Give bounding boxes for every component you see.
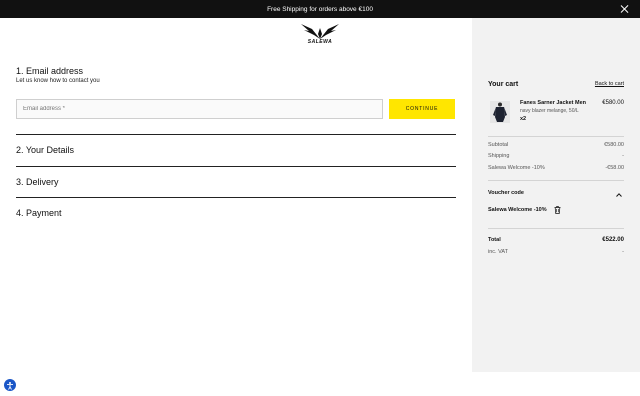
voucher-toggle[interactable]: Voucher code — [488, 190, 624, 196]
shipping-row: Shipping - — [488, 153, 624, 159]
step-payment[interactable]: 4. Payment — [16, 197, 456, 229]
vat-row: inc. VAT - — [488, 249, 624, 255]
vat-label: inc. VAT — [488, 249, 508, 255]
cart-summary: Your cart Back to cart Fanes Sarner Jack… — [472, 18, 640, 372]
subtotal-value: €580.00 — [604, 142, 624, 148]
step-title: 3. Delivery — [16, 177, 59, 187]
divider — [488, 180, 624, 181]
subtotal-row: Subtotal €580.00 — [488, 142, 624, 148]
email-step-title: 1. Email address — [16, 66, 84, 76]
jacket-image — [493, 102, 507, 122]
back-to-cart-link[interactable]: Back to cart — [595, 81, 624, 88]
voucher-label: Voucher code — [488, 190, 524, 196]
subtotal-label: Subtotal — [488, 142, 509, 148]
trash-icon[interactable] — [554, 206, 561, 214]
discount-row: Salewa Welcome -10% -€58.00 — [488, 165, 624, 171]
salewa-logo[interactable]: SALEWA — [300, 22, 340, 48]
logo-text: SALEWA — [307, 39, 333, 45]
eagle-icon — [301, 24, 339, 39]
product-thumbnail[interactable] — [490, 101, 510, 123]
cart-title: Your cart — [488, 81, 519, 88]
total-value: €522.00 — [602, 237, 624, 243]
continue-button[interactable]: CONTINUE — [389, 99, 455, 119]
step-title: 2. Your Details — [16, 145, 75, 155]
vat-value: - — [622, 249, 624, 255]
discount-value: -€58.00 — [605, 165, 624, 171]
product-quantity: x2 — [520, 116, 527, 122]
close-icon[interactable] — [620, 4, 630, 14]
divider — [488, 136, 624, 137]
checkout-steps: 1. Email address Let us know how to cont… — [16, 66, 456, 119]
product-name[interactable]: Fanes Sarner Jacket Men — [520, 100, 586, 106]
email-row: CONTINUE — [16, 99, 456, 119]
applied-voucher: Salewa Welcome -10% — [488, 207, 547, 213]
accessibility-icon — [7, 382, 13, 390]
step-delivery[interactable]: 3. Delivery — [16, 166, 456, 198]
divider — [488, 228, 624, 229]
product-variant: navy blazer melange, 50/L — [520, 108, 579, 114]
step-title: 4. Payment — [16, 208, 62, 218]
shipping-value: - — [622, 153, 624, 159]
chevron-up-icon[interactable] — [616, 192, 622, 198]
email-step-subtitle: Let us know how to contact you — [16, 78, 100, 84]
accessibility-button[interactable] — [4, 379, 16, 391]
total-label: Total — [488, 237, 501, 243]
step-your-details[interactable]: 2. Your Details — [16, 134, 456, 166]
email-field[interactable] — [16, 99, 383, 119]
shipping-label: Shipping — [488, 153, 510, 159]
cart-header: Your cart Back to cart — [488, 81, 624, 88]
promo-bar: Free Shipping for orders above €100 — [0, 0, 640, 18]
discount-label: Salewa Welcome -10% — [488, 165, 545, 171]
product-price: €580.00 — [602, 100, 624, 106]
promo-text: Free Shipping for orders above €100 — [267, 5, 373, 13]
